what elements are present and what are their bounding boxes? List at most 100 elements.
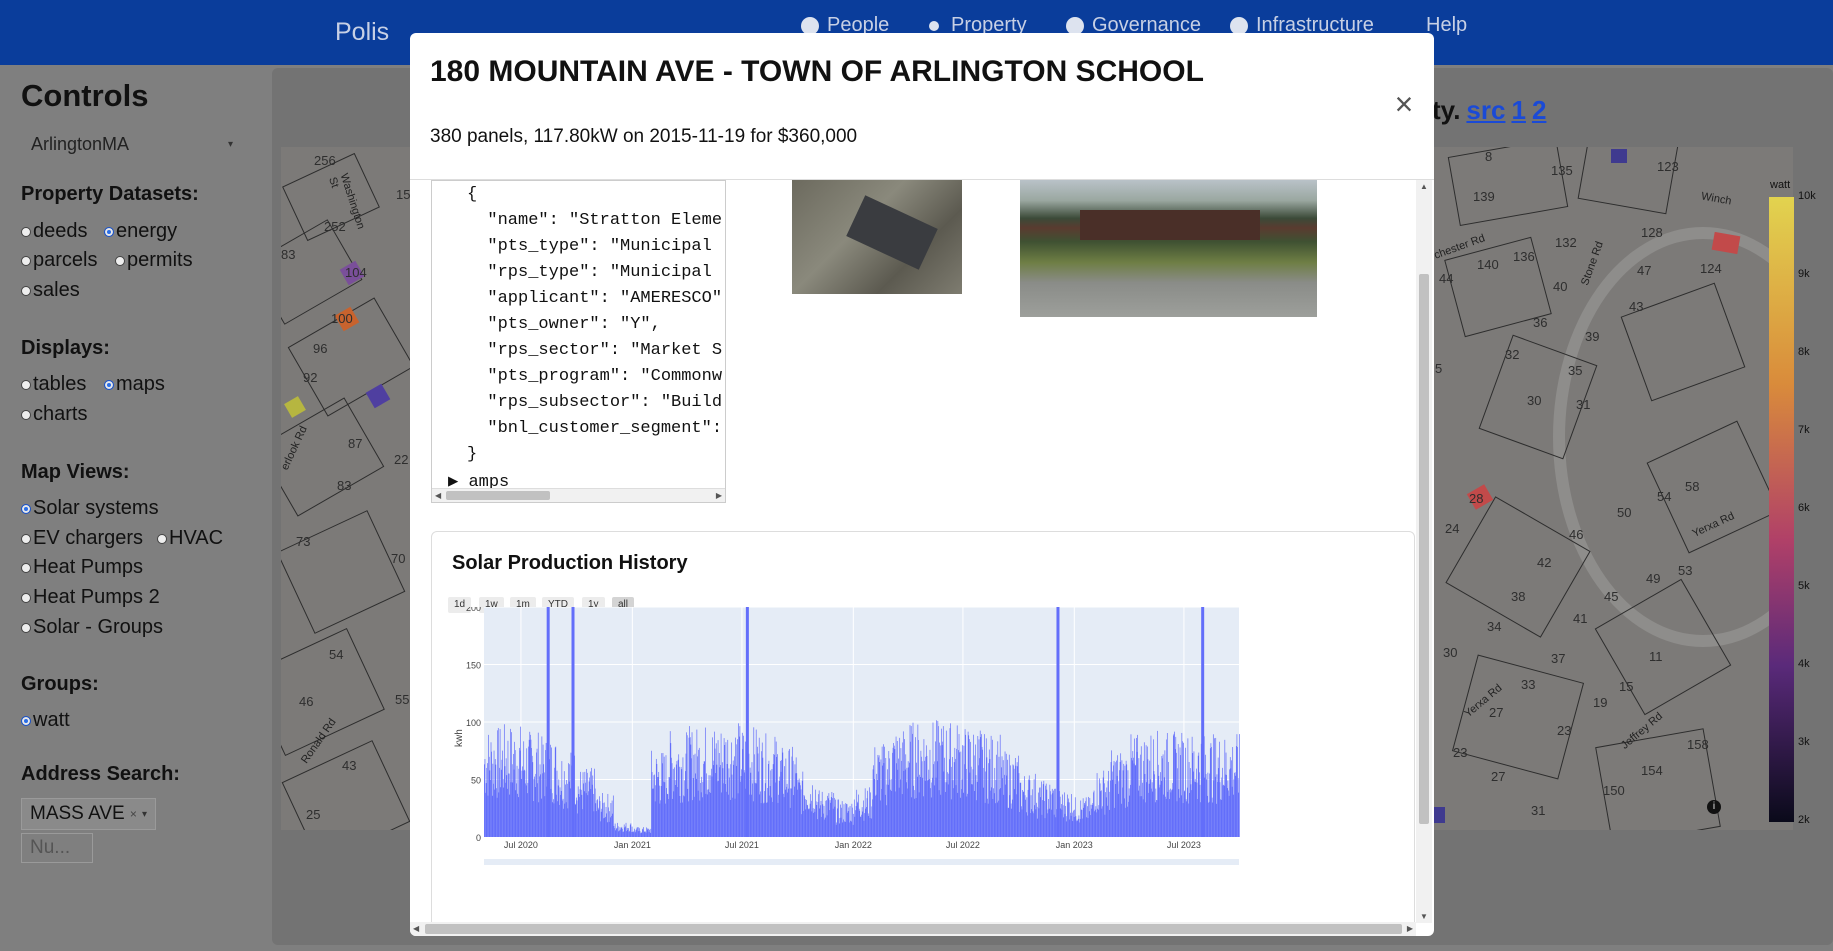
daily-bar — [804, 796, 805, 837]
daily-bar — [586, 772, 588, 837]
daily-bar — [666, 788, 667, 837]
parcel-label: 31 — [1531, 803, 1546, 818]
daily-bar — [1037, 818, 1039, 837]
daily-bar — [916, 762, 917, 837]
radio-hvac[interactable]: HVAC — [157, 527, 223, 550]
scroll-up-icon[interactable]: ▲ — [1420, 182, 1428, 191]
daily-bar — [1092, 803, 1094, 837]
solar-marker[interactable] — [1433, 807, 1445, 823]
horizontal-scrollbar[interactable]: ◀ ▶ — [432, 488, 725, 502]
clear-icon[interactable]: × — [130, 807, 137, 821]
daily-bar — [733, 764, 735, 837]
dataset-select[interactable]: ArlingtonMA ▾ — [21, 127, 243, 161]
scrollbar-thumb[interactable] — [1419, 274, 1429, 824]
info-icon[interactable]: i — [1707, 800, 1721, 814]
radio-heat-pumps[interactable]: Heat Pumps — [21, 556, 143, 579]
radio-charts[interactable]: charts — [21, 403, 87, 426]
daily-bar — [736, 744, 738, 837]
daily-bar — [652, 788, 654, 837]
daily-bar — [1194, 781, 1195, 837]
source-link-2[interactable]: 2 — [1532, 95, 1546, 125]
daily-bar — [699, 800, 701, 837]
parcel — [1447, 147, 1569, 227]
parcel-label: 42 — [1537, 555, 1552, 570]
daily-bar — [1085, 801, 1086, 837]
radio-solar-systems[interactable]: Solar systems — [21, 497, 159, 520]
radio-deeds[interactable]: deeds — [21, 220, 88, 243]
scroll-down-icon[interactable]: ▼ — [1420, 912, 1428, 921]
scroll-right-icon[interactable]: ▶ — [716, 491, 722, 500]
scroll-left-icon[interactable]: ◀ — [435, 491, 441, 500]
modal-horizontal-scrollbar[interactable]: ◀ ▶ — [410, 922, 1416, 936]
number-select[interactable]: Nu... — [21, 833, 93, 863]
scroll-left-icon[interactable]: ◀ — [413, 924, 419, 933]
daily-bar — [715, 743, 717, 837]
daily-bar — [995, 803, 996, 837]
street-select[interactable]: MASS AVE × ▾ — [21, 798, 156, 830]
daily-bar — [1048, 799, 1049, 837]
modal-header: 180 MOUNTAIN AVE - TOWN OF ARLINGTON SCH… — [410, 33, 1434, 180]
daily-bar — [614, 828, 615, 837]
daily-bar — [799, 782, 801, 837]
parcel-label: 5 — [1435, 361, 1443, 376]
json-viewer[interactable]: { "name": "Stratton Eleme "pts_type": "M… — [431, 180, 726, 503]
daily-bar — [720, 765, 721, 837]
daily-bar — [781, 760, 782, 837]
radio-maps[interactable]: maps — [104, 373, 165, 396]
daily-bar — [809, 808, 810, 837]
source-text: ty. — [1432, 95, 1461, 125]
close-icon[interactable]: × — [1388, 88, 1420, 120]
daily-bar — [617, 826, 619, 837]
daily-bar — [610, 803, 612, 837]
daily-bar — [791, 756, 793, 837]
scrollbar-thumb[interactable] — [425, 924, 1402, 934]
solar-marker[interactable] — [284, 396, 306, 418]
radio-parcels[interactable]: parcels — [21, 249, 97, 272]
daily-bar — [682, 757, 684, 837]
radio-heat-pumps-2[interactable]: Heat Pumps 2 — [21, 586, 160, 609]
map-views-label: Map Views: — [21, 461, 130, 483]
scrollbar-thumb[interactable] — [446, 491, 550, 500]
map-right-edge[interactable]: 8 135 123 139 136 132 128 44 140 40 47 1… — [1433, 147, 1793, 830]
daily-bar — [806, 799, 807, 837]
daily-bar — [1215, 803, 1217, 837]
daily-bar — [1054, 788, 1056, 837]
chart-card: Solar Production History 1d 1w 1m YTD 1y… — [431, 531, 1415, 936]
daily-bar — [837, 799, 839, 837]
parcel-label: 49 — [1646, 571, 1661, 586]
daily-bar — [502, 778, 504, 837]
daily-bar — [679, 795, 681, 837]
daily-bar — [1039, 787, 1040, 837]
radio-circle-icon — [157, 533, 167, 544]
source-link-1[interactable]: 1 — [1511, 95, 1525, 125]
radio-solar-groups[interactable]: Solar - Groups — [21, 616, 163, 639]
daily-bar — [629, 830, 631, 837]
parcel-label: 104 — [345, 265, 367, 280]
daily-bar — [989, 759, 991, 837]
daily-bar — [1173, 735, 1174, 837]
radio-ev-chargers[interactable]: EV chargers — [21, 527, 143, 550]
radio-energy[interactable]: energy — [104, 220, 177, 243]
src-link[interactable]: src — [1466, 95, 1505, 125]
modal-vertical-scrollbar[interactable]: ▲ ▼ — [1416, 180, 1432, 923]
daily-bar — [648, 831, 650, 837]
scroll-right-icon[interactable]: ▶ — [1407, 924, 1413, 933]
daily-bar — [841, 801, 843, 837]
radio-watt[interactable]: watt — [21, 709, 70, 732]
daily-bar — [584, 771, 586, 837]
solar-marker[interactable] — [1611, 149, 1627, 163]
daily-bar — [948, 759, 950, 837]
radio-sales[interactable]: sales — [21, 279, 80, 302]
daily-bar — [1054, 788, 1056, 837]
production-chart[interactable]: 0 50 100 150 200 Jul 2020 Jan 2021 Jul 2021 Jan … — [452, 607, 1412, 936]
daily-bar — [524, 770, 526, 837]
radio-permits[interactable]: permits — [115, 249, 193, 272]
daily-bar — [1227, 780, 1229, 837]
daily-bar — [854, 816, 856, 837]
modal-subtitle: 380 panels, 117.80kW on 2015-11-19 for $… — [430, 126, 858, 147]
daily-bar — [938, 726, 939, 837]
brand-logo[interactable]: Polis — [335, 18, 389, 47]
daily-bar — [897, 769, 899, 837]
radio-tables[interactable]: tables — [21, 373, 86, 396]
map-left-edge[interactable]: 256 252 83 104 100 96 92 87 83 73 70 54 … — [281, 147, 411, 830]
